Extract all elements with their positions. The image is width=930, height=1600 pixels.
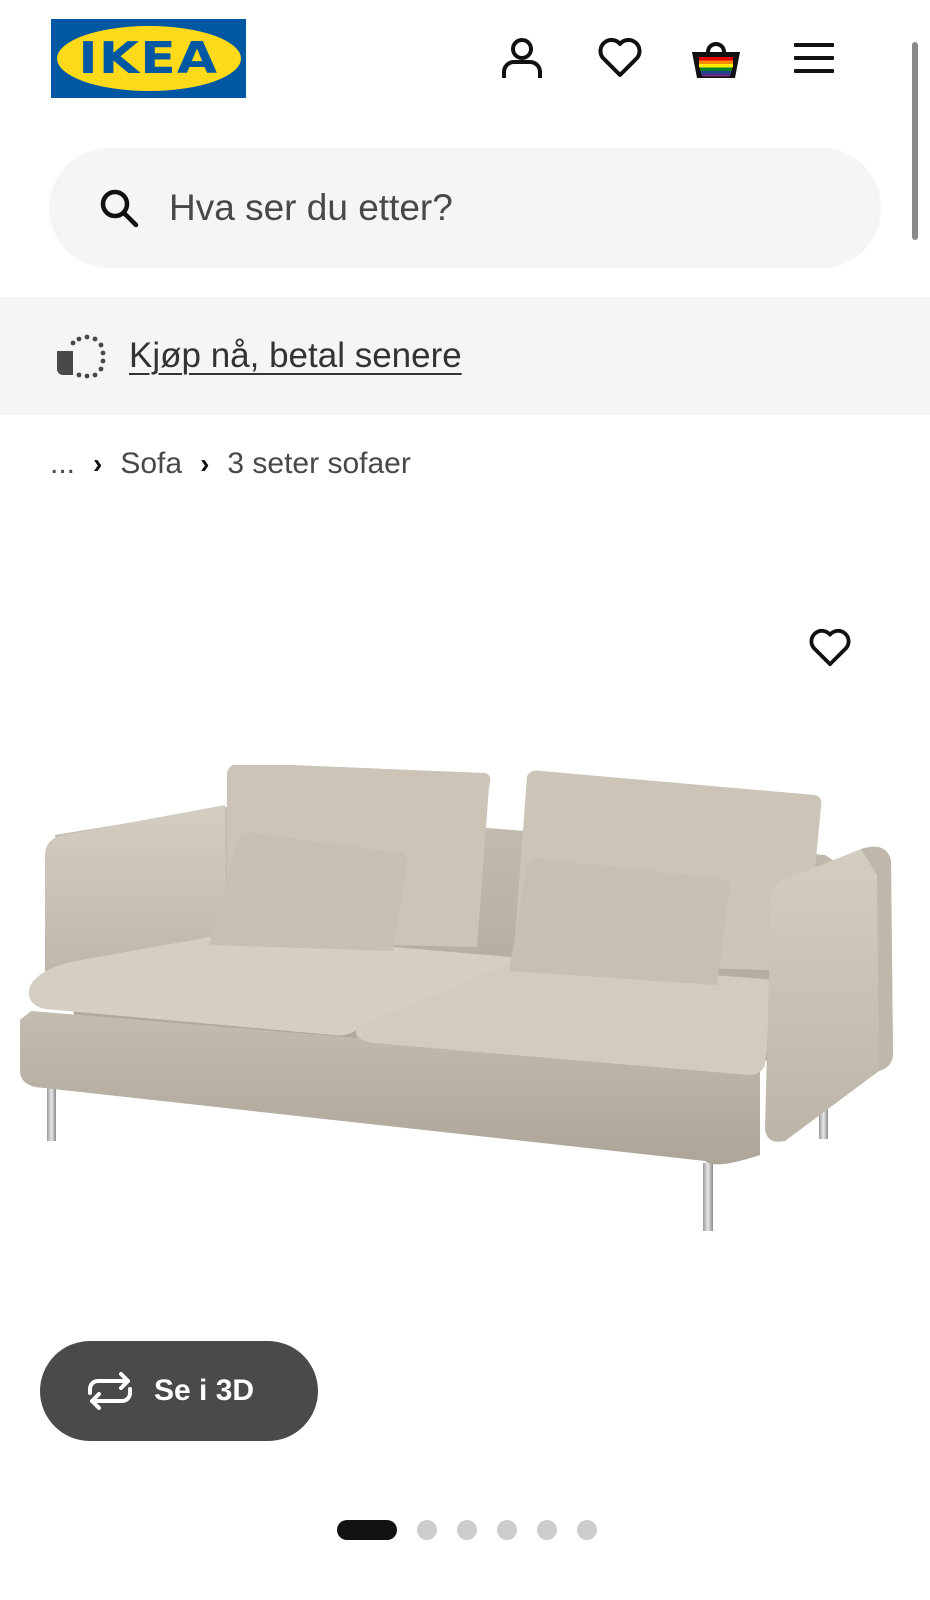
logo-text: IKEA [78,33,219,84]
chevron-right-icon: › [93,448,103,479]
breadcrumb-3-seat-sofas[interactable]: 3 seter sofaer [227,447,410,481]
menu-icon[interactable] [788,32,840,84]
pay-later-icon [57,334,106,379]
carousel-dot-5[interactable] [537,1520,557,1540]
logo-oval: IKEA [56,26,241,91]
carousel-dot-1[interactable] [337,1520,397,1540]
breadcrumb: ... › Sofa › 3 seter sofaer [50,447,411,481]
image-carousel-indicator [337,1520,597,1540]
ikea-logo[interactable]: IKEA [51,19,246,98]
search-icon [97,186,141,230]
breadcrumb-ellipsis[interactable]: ... [50,447,75,481]
product-page: IKEA Hva ser du etter? Kjøp nå, betal se… [0,0,930,1600]
sofa-image[interactable] [15,765,915,1265]
chevron-right-icon: › [200,448,210,479]
profile-icon[interactable] [496,32,548,84]
carousel-dot-4[interactable] [497,1520,517,1540]
carousel-dot-3[interactable] [457,1520,477,1540]
rotate-3d-icon [88,1372,132,1410]
carousel-dot-6[interactable] [577,1520,597,1540]
save-to-favourites-heart-icon[interactable] [806,624,854,672]
heart-icon[interactable] [594,32,646,84]
breadcrumb-sofa[interactable]: Sofa [120,447,182,481]
pay-later-link[interactable]: Kjøp nå, betal senere [129,336,462,376]
search-input[interactable] [167,186,791,230]
view-3d-button[interactable]: Se i 3D [40,1341,318,1441]
scrollbar[interactable] [912,42,918,240]
view-3d-label: Se i 3D [154,1374,255,1407]
payment-banner: Kjøp nå, betal senere [0,297,930,415]
search-bar[interactable] [49,148,881,268]
basket-icon[interactable] [690,32,742,84]
carousel-dot-2[interactable] [417,1520,437,1540]
